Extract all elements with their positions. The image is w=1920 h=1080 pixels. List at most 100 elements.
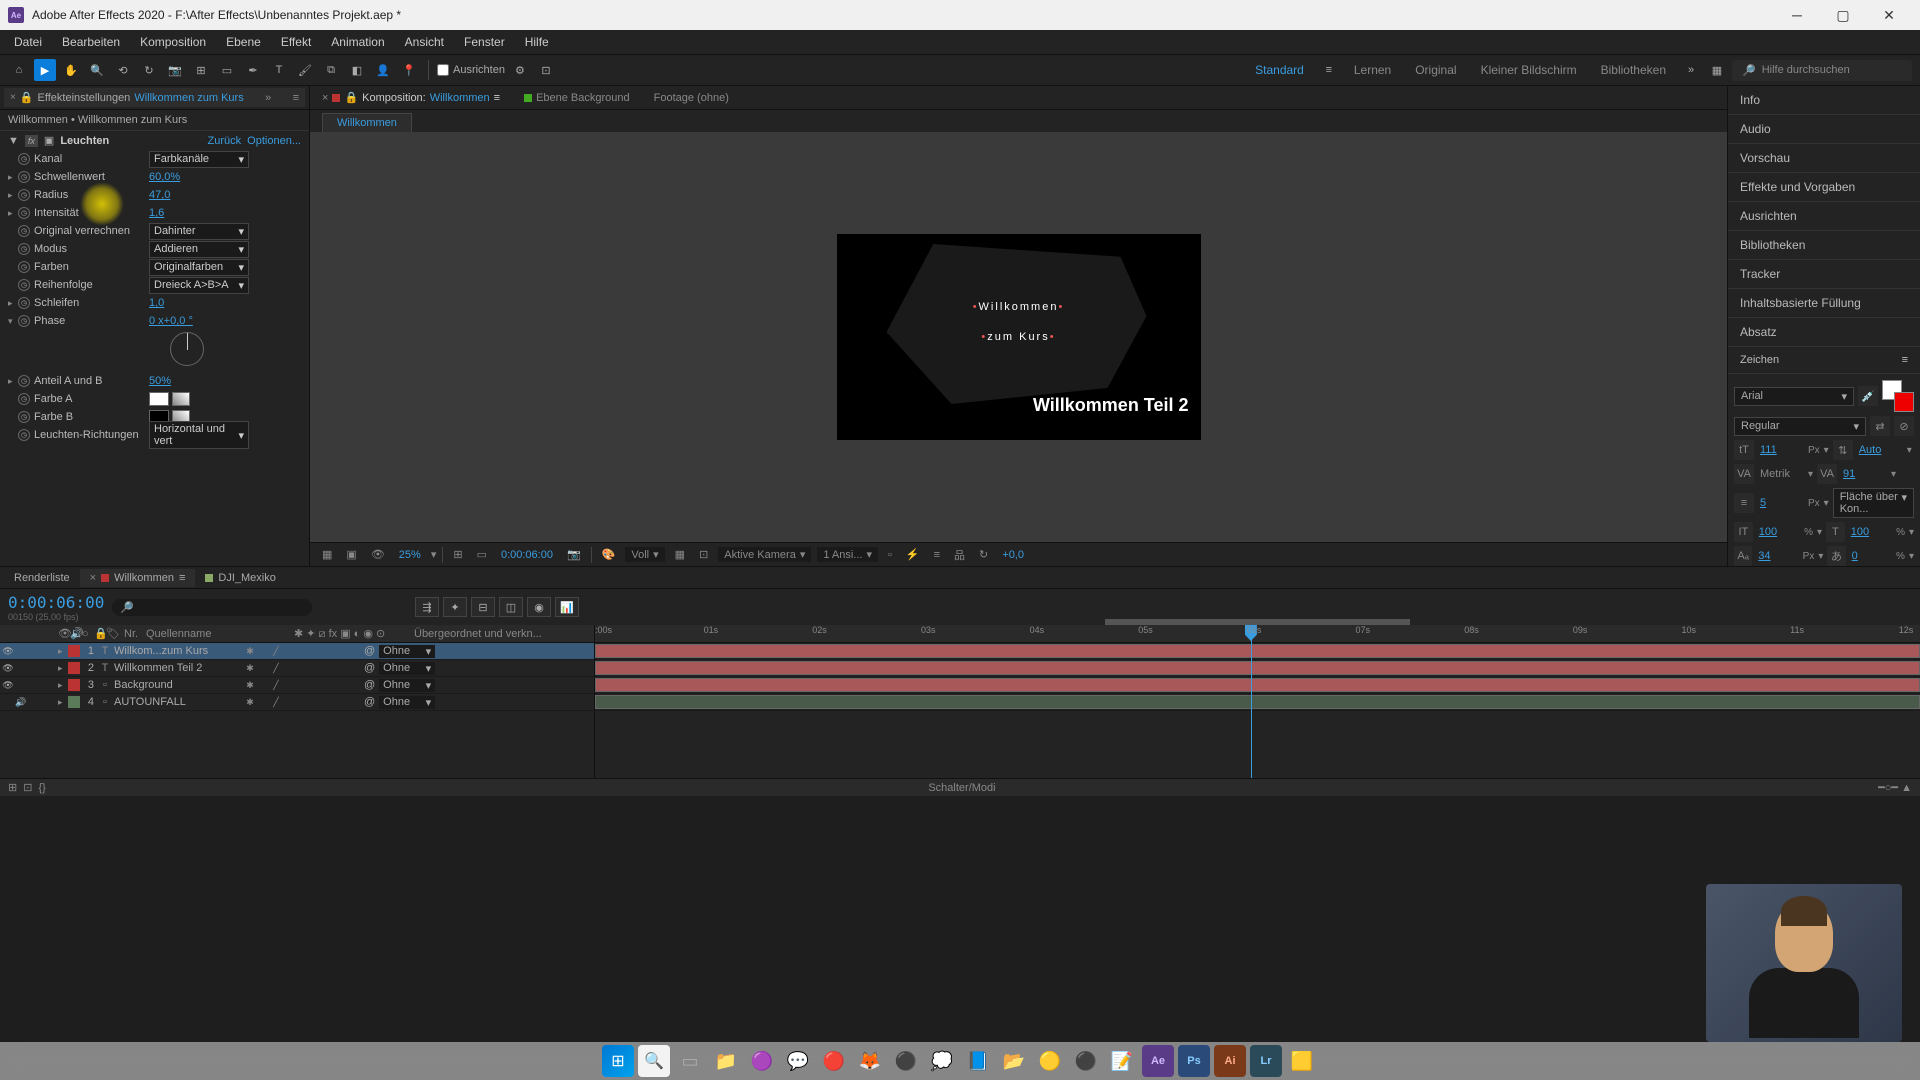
- tab-close-icon[interactable]: ×: [10, 92, 16, 103]
- swap-colors-icon[interactable]: ⇄: [1870, 416, 1890, 436]
- panel-menu-icon[interactable]: ≡: [1902, 354, 1908, 366]
- roi-icon[interactable]: ▭: [473, 547, 491, 562]
- stopwatch-icon[interactable]: ◷: [18, 315, 30, 327]
- effect-twirl-icon[interactable]: ▼: [8, 135, 19, 147]
- workspace-menu-icon[interactable]: ≡: [1318, 59, 1340, 81]
- phase-dial[interactable]: [170, 332, 204, 366]
- workspace-kleiner[interactable]: Kleiner Bildschirm: [1471, 59, 1587, 81]
- parent-dropdown[interactable]: Ohne▾: [379, 696, 435, 709]
- twirl-icon[interactable]: ▸: [8, 172, 18, 183]
- puppet-tool-icon[interactable]: 📍: [398, 59, 420, 81]
- photoshop-icon[interactable]: Ps: [1178, 1045, 1210, 1077]
- twirl-icon[interactable]: ▸: [58, 697, 68, 708]
- lock-icon[interactable]: [41, 662, 53, 674]
- stopwatch-icon[interactable]: ◷: [18, 429, 30, 441]
- switches-modes-toggle[interactable]: Schalter/Modi: [928, 782, 995, 794]
- tab-menu-icon[interactable]: ≡: [494, 92, 500, 104]
- font-size-input[interactable]: 111: [1758, 443, 1804, 457]
- switch-icon[interactable]: ✱: [244, 662, 256, 674]
- original-dropdown[interactable]: Dahinter▾: [149, 223, 249, 240]
- menu-ansicht[interactable]: Ansicht: [395, 32, 454, 52]
- toggle-brackets-icon[interactable]: {}: [38, 782, 45, 794]
- draft-3d-icon[interactable]: ✦: [443, 597, 467, 617]
- solo-icon[interactable]: [28, 679, 40, 691]
- whatsapp-icon[interactable]: 💬: [782, 1045, 814, 1077]
- lock-icon[interactable]: 🔒: [344, 91, 358, 104]
- text-layer-1[interactable]: •Willkommen• •zum Kurs•: [973, 290, 1065, 350]
- timeline-icon[interactable]: ≡: [930, 548, 944, 562]
- layer-name[interactable]: AUTOUNFALL: [112, 696, 244, 708]
- lock-icon[interactable]: [41, 696, 53, 708]
- explorer-icon[interactable]: 📁: [710, 1045, 742, 1077]
- stopwatch-icon[interactable]: ◷: [18, 297, 30, 309]
- menu-animation[interactable]: Animation: [321, 32, 394, 52]
- effect-options-link[interactable]: Optionen...: [247, 135, 301, 147]
- reihenfolge-dropdown[interactable]: Dreieck A>B>A▾: [149, 277, 249, 294]
- tracking-input[interactable]: 91: [1841, 467, 1887, 481]
- shy-icon[interactable]: ⊟: [471, 597, 495, 617]
- timeline-tab-mexiko[interactable]: DJI_Mexiko: [195, 569, 285, 587]
- stroke-width-input[interactable]: 5: [1758, 496, 1804, 510]
- farben-dropdown[interactable]: Originalfarben▾: [149, 259, 249, 276]
- stopwatch-icon[interactable]: ◷: [18, 225, 30, 237]
- kanal-dropdown[interactable]: Farbkanäle▾: [149, 151, 249, 168]
- app-icon[interactable]: 🟡: [1034, 1045, 1066, 1077]
- intensitat-value[interactable]: 1,6: [149, 207, 164, 219]
- pickwhip-icon[interactable]: @: [364, 645, 375, 657]
- resolution-icon[interactable]: ⊞: [449, 547, 466, 562]
- info-panel-header[interactable]: Info: [1728, 86, 1920, 115]
- radius-value[interactable]: 47,0: [149, 189, 170, 201]
- comp-mini-flowchart-icon[interactable]: ⇶: [415, 597, 439, 617]
- anteil-value[interactable]: 50%: [149, 375, 171, 387]
- solo-icon[interactable]: [28, 696, 40, 708]
- parent-dropdown[interactable]: Ohne▾: [379, 645, 435, 658]
- effect-controls-tab[interactable]: × 🔒 Effekteinstellungen Willkommen zum K…: [4, 88, 305, 107]
- menu-datei[interactable]: Datei: [4, 32, 52, 52]
- pickwhip-icon[interactable]: @: [364, 679, 375, 691]
- roto-tool-icon[interactable]: 👤: [372, 59, 394, 81]
- layer-name[interactable]: Willkommen Teil 2: [112, 662, 244, 674]
- schwellenwert-value[interactable]: 60,0%: [149, 171, 180, 183]
- pickwhip-icon[interactable]: @: [364, 696, 375, 708]
- fast-preview-icon[interactable]: ⚡: [902, 547, 924, 562]
- character-panel-header[interactable]: Zeichen≡: [1728, 347, 1920, 374]
- time-ruler[interactable]: :00s01s02s03s04s05s06s07s08s09s10s11s12s: [595, 625, 1920, 643]
- app-icon[interactable]: 🟨: [1286, 1045, 1318, 1077]
- tab-close-icon[interactable]: ×: [322, 92, 328, 104]
- audio-icon[interactable]: [15, 679, 27, 691]
- reset-exposure-icon[interactable]: ↻: [975, 547, 992, 562]
- solo-icon[interactable]: [28, 662, 40, 674]
- layer-bar[interactable]: [595, 678, 1920, 692]
- snap-options-icon[interactable]: ⚙: [509, 59, 531, 81]
- audio-icon[interactable]: 🔊: [15, 696, 27, 708]
- label-color[interactable]: [68, 662, 80, 674]
- camera-tool-icon[interactable]: 📷: [164, 59, 186, 81]
- menu-hilfe[interactable]: Hilfe: [515, 32, 559, 52]
- layer-row[interactable]: 🔊 ▸ 4 ▫ AUTOUNFALL ✱ ╱ @ Ohne▾: [0, 694, 594, 711]
- firefox-icon[interactable]: 🦊: [854, 1045, 886, 1077]
- font-style-dropdown[interactable]: Regular▾: [1734, 417, 1866, 436]
- solo-icon[interactable]: [28, 645, 40, 657]
- effects-panel-header[interactable]: Effekte und Vorgaben: [1728, 173, 1920, 202]
- workspace-bibliotheken[interactable]: Bibliotheken: [1591, 59, 1676, 81]
- menu-komposition[interactable]: Komposition: [130, 32, 216, 52]
- current-timecode[interactable]: 0:00:06:00: [8, 593, 104, 612]
- maximize-button[interactable]: ▢: [1820, 0, 1866, 30]
- playhead-line[interactable]: [1251, 625, 1252, 778]
- work-area-bar[interactable]: [1105, 619, 1410, 625]
- comp-tab-layer[interactable]: Ebene Background: [516, 89, 638, 107]
- mask-icon[interactable]: ▣: [342, 547, 360, 562]
- layer-name[interactable]: Background: [112, 679, 244, 691]
- fill-stroke-dropdown[interactable]: Fläche über Kon...▾: [1833, 488, 1914, 518]
- flowchart-icon[interactable]: 品: [950, 546, 969, 564]
- no-fill-icon[interactable]: ⊘: [1894, 416, 1914, 436]
- eyedropper-icon[interactable]: 💉: [1858, 386, 1878, 406]
- zoom-tool-icon[interactable]: 🔍: [86, 59, 108, 81]
- tab-overflow-icon[interactable]: »: [265, 92, 271, 104]
- font-color-swatch[interactable]: [1882, 380, 1914, 412]
- selection-tool-icon[interactable]: ▶: [34, 59, 56, 81]
- layer-row[interactable]: 👁 ▸ 2 T Willkommen Teil 2 ✱ ╱ @ Ohne▾: [0, 660, 594, 677]
- guides-icon[interactable]: ⊡: [695, 547, 712, 562]
- brush-tool-icon[interactable]: 🖌: [294, 59, 316, 81]
- render-queue-tab[interactable]: Renderliste: [4, 569, 80, 587]
